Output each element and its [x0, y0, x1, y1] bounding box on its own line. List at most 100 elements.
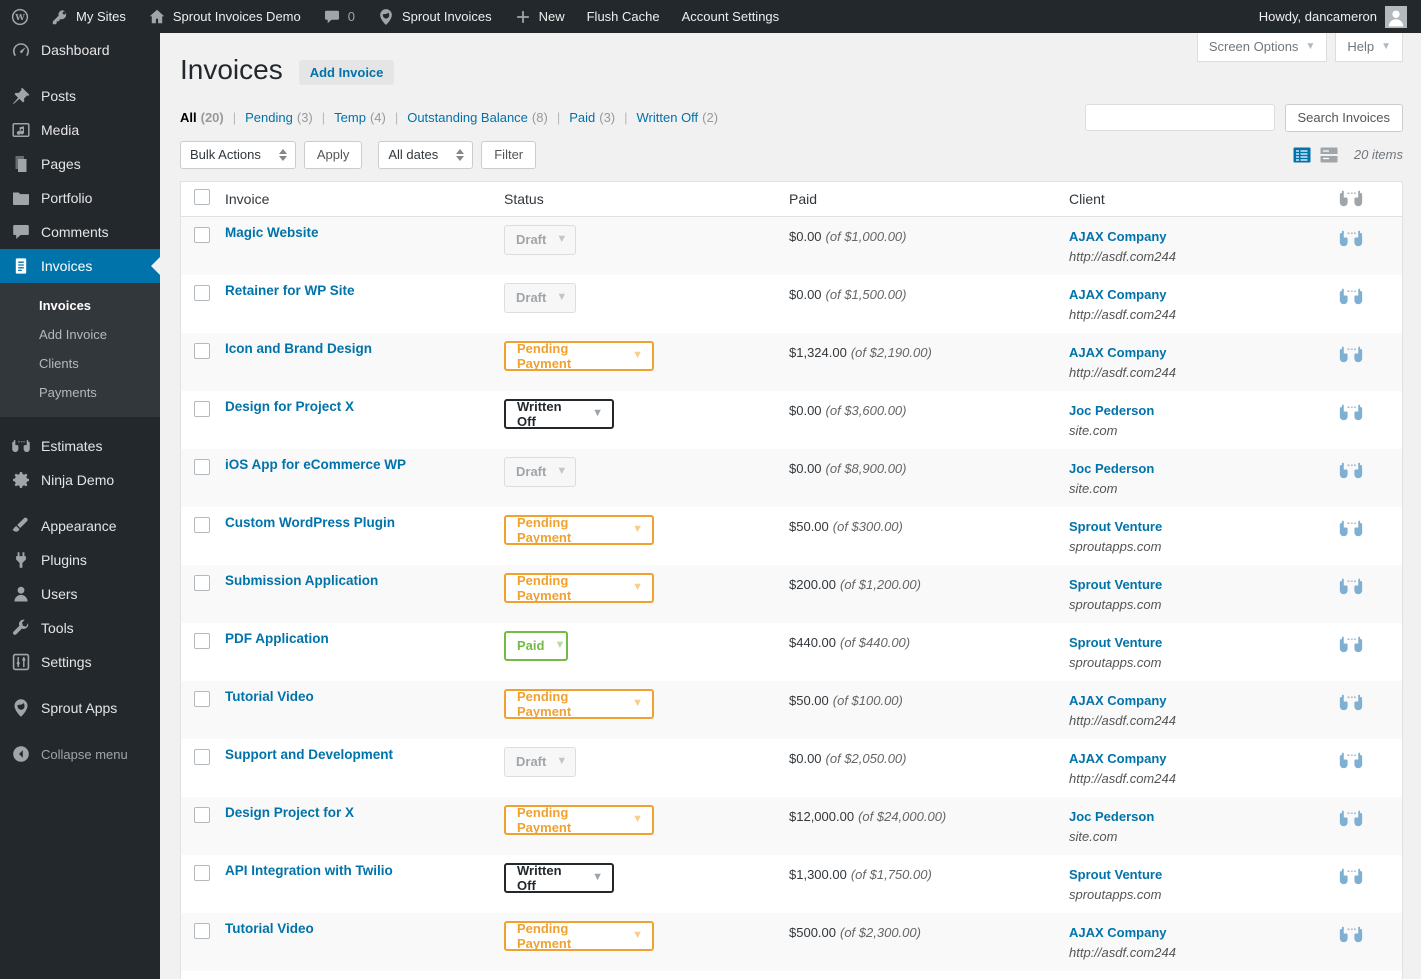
client-link[interactable]: Joc Pederson — [1069, 403, 1338, 418]
client-link[interactable]: AJAX Company — [1069, 345, 1338, 360]
sidebar-item-plugins[interactable]: Plugins — [0, 543, 160, 577]
estimate-hands-icon[interactable] — [1338, 288, 1364, 305]
invoice-title-link[interactable]: Support and Development — [225, 739, 504, 762]
estimate-hands-icon[interactable] — [1338, 868, 1364, 885]
sidebar-item-collapse-menu[interactable]: Collapse menu — [0, 737, 160, 771]
help-tab[interactable]: Help ▼ — [1335, 33, 1403, 62]
estimate-hands-icon[interactable] — [1338, 752, 1364, 769]
submenu-item-clients[interactable]: Clients — [0, 349, 160, 378]
invoice-status-select[interactable]: Draft ▼ — [504, 747, 576, 777]
invoice-status-select[interactable]: Pending Payment ▼ — [504, 805, 654, 835]
invoice-title-link[interactable]: PDF Application — [225, 623, 504, 646]
row-checkbox[interactable] — [194, 575, 210, 591]
search-input[interactable] — [1085, 104, 1275, 131]
invoice-status-select[interactable]: Pending Payment ▼ — [504, 515, 654, 545]
invoice-status-select[interactable]: Pending Payment ▼ — [504, 921, 654, 951]
admin-bar-item[interactable]: 0 — [312, 0, 366, 33]
estimate-hands-icon[interactable] — [1338, 810, 1364, 827]
estimate-hands-icon[interactable] — [1338, 926, 1364, 943]
invoice-title-link[interactable]: Design for Project X — [225, 391, 504, 414]
client-link[interactable]: AJAX Company — [1069, 287, 1338, 302]
row-checkbox[interactable] — [194, 749, 210, 765]
admin-bar-item[interactable]: Flush Cache — [576, 0, 671, 33]
client-link[interactable]: Sprout Venture — [1069, 519, 1338, 534]
excerpt-view-icon[interactable] — [1319, 145, 1339, 165]
filter-link-temp[interactable]: Temp(4) — [334, 110, 386, 125]
row-checkbox[interactable] — [194, 227, 210, 243]
client-link[interactable]: AJAX Company — [1069, 693, 1338, 708]
sidebar-item-estimates[interactable]: Estimates — [0, 429, 160, 463]
submenu-item-invoices[interactable]: Invoices — [0, 291, 160, 320]
bulk-actions-select[interactable]: Bulk Actions — [180, 141, 296, 169]
sidebar-item-tools[interactable]: Tools — [0, 611, 160, 645]
invoice-status-select[interactable]: Paid ▼ — [504, 631, 568, 661]
invoice-status-select[interactable]: Pending Payment ▼ — [504, 341, 654, 371]
sidebar-item-ninja-demo[interactable]: Ninja Demo — [0, 463, 160, 497]
sidebar-item-users[interactable]: Users — [0, 577, 160, 611]
estimate-hands-icon[interactable] — [1338, 520, 1364, 537]
list-view-icon[interactable] — [1292, 145, 1312, 165]
sidebar-item-settings[interactable]: Settings — [0, 645, 160, 679]
invoice-title-link[interactable]: iOS App for eCommerce WP — [225, 449, 504, 472]
search-invoices-button[interactable]: Search Invoices — [1285, 104, 1404, 132]
sidebar-item-pages[interactable]: Pages — [0, 147, 160, 181]
row-checkbox[interactable] — [194, 401, 210, 417]
client-link[interactable]: AJAX Company — [1069, 751, 1338, 766]
submenu-item-payments[interactable]: Payments — [0, 378, 160, 407]
client-link[interactable]: AJAX Company — [1069, 229, 1338, 244]
invoice-title-link[interactable]: API Integration with Twilio — [225, 855, 504, 878]
client-link[interactable]: Sprout Venture — [1069, 577, 1338, 592]
invoice-title-link[interactable]: Retainer for WP Site — [225, 275, 504, 298]
sidebar-item-posts[interactable]: Posts — [0, 79, 160, 113]
dates-filter-select[interactable]: All dates — [378, 141, 473, 169]
sidebar-item-sprout-apps[interactable]: Sprout Apps — [0, 691, 160, 725]
sidebar-item-appearance[interactable]: Appearance — [0, 509, 160, 543]
invoice-title-link[interactable]: Tutorial Video — [225, 913, 504, 936]
row-checkbox[interactable] — [194, 691, 210, 707]
row-checkbox[interactable] — [194, 517, 210, 533]
filter-link-paid[interactable]: Paid(3) — [569, 110, 615, 125]
admin-bar-item[interactable]: My Sites — [40, 0, 137, 33]
invoice-status-select[interactable]: Written Off ▼ — [504, 863, 614, 893]
invoice-status-select[interactable]: Pending Payment ▼ — [504, 573, 654, 603]
invoice-status-select[interactable]: Draft ▼ — [504, 283, 576, 313]
filter-link-pending[interactable]: Pending(3) — [245, 110, 313, 125]
sidebar-item-invoices[interactable]: Invoices — [0, 249, 160, 283]
estimate-hands-icon[interactable] — [1338, 578, 1364, 595]
invoice-title-link[interactable]: Magic Website — [225, 217, 504, 240]
admin-bar-item[interactable]: Sprout Invoices — [366, 0, 503, 33]
row-checkbox[interactable] — [194, 807, 210, 823]
estimate-hands-icon[interactable] — [1338, 404, 1364, 421]
sidebar-item-comments[interactable]: Comments — [0, 215, 160, 249]
row-checkbox[interactable] — [194, 459, 210, 475]
row-checkbox[interactable] — [194, 343, 210, 359]
estimate-hands-icon[interactable] — [1338, 346, 1364, 363]
screen-options-tab[interactable]: Screen Options ▼ — [1197, 33, 1328, 62]
submenu-item-add-invoice[interactable]: Add Invoice — [0, 320, 160, 349]
client-link[interactable]: Sprout Venture — [1069, 867, 1338, 882]
client-link[interactable]: Sprout Venture — [1069, 635, 1338, 650]
row-checkbox[interactable] — [194, 285, 210, 301]
admin-bar-item[interactable]: W — [0, 0, 40, 33]
add-invoice-button[interactable]: Add Invoice — [299, 60, 395, 85]
filter-button[interactable]: Filter — [481, 141, 536, 169]
sidebar-item-dashboard[interactable]: Dashboard — [0, 33, 160, 67]
invoice-status-select[interactable]: Written Off ▼ — [504, 399, 614, 429]
client-link[interactable]: Joc Pederson — [1069, 461, 1338, 476]
filter-link-outstanding-balance[interactable]: Outstanding Balance(8) — [407, 110, 548, 125]
invoice-status-select[interactable]: Draft ▼ — [504, 457, 576, 487]
invoice-title-link[interactable]: Icon and Brand Design — [225, 333, 504, 356]
admin-bar-item[interactable]: Account Settings — [671, 0, 791, 33]
client-link[interactable]: Joc Pederson — [1069, 809, 1338, 824]
invoice-title-link[interactable]: Design Project for X — [225, 797, 504, 820]
invoice-title-link[interactable]: Retainer for Troubleshooting — [225, 971, 504, 979]
invoice-status-select[interactable]: Draft ▼ — [504, 225, 576, 255]
howdy-menu[interactable]: Howdy, dancameron — [1259, 9, 1377, 24]
client-link[interactable]: AJAX Company — [1069, 925, 1338, 940]
sidebar-item-media[interactable]: Media — [0, 113, 160, 147]
select-all-checkbox[interactable] — [194, 189, 210, 205]
estimate-hands-icon[interactable] — [1338, 462, 1364, 479]
estimate-hands-icon[interactable] — [1338, 694, 1364, 711]
admin-bar-item[interactable]: New — [503, 0, 576, 33]
row-checkbox[interactable] — [194, 865, 210, 881]
